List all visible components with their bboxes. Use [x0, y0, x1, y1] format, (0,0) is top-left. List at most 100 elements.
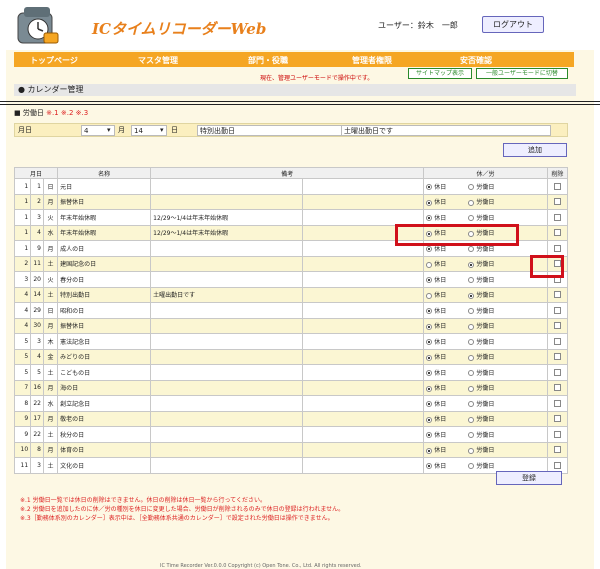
- workday-radio[interactable]: [468, 199, 475, 206]
- highlight-box: [395, 224, 519, 246]
- note-input[interactable]: 土曜出勤日です: [341, 125, 551, 136]
- holiday-work-toggle: 休日 労働日: [423, 410, 548, 427]
- workday-radio[interactable]: [468, 432, 475, 439]
- holiday-work-toggle: 休日 労働日: [423, 426, 548, 443]
- holiday-radio[interactable]: [426, 447, 433, 454]
- register-button[interactable]: 登録: [496, 471, 562, 485]
- table-row: 8 22 水創立記念日 休日 労働日: [13, 395, 569, 412]
- delete-checkbox[interactable]: [553, 198, 561, 206]
- workday-radio[interactable]: [468, 184, 475, 191]
- workday-radio[interactable]: [468, 401, 475, 408]
- table-row: 5 5 土こどもの日 休日 労働日: [13, 364, 569, 381]
- holiday-radio[interactable]: [426, 277, 433, 284]
- workday-table: 月日 名称 備考 休／労 削除 1 1 日元日 休日 労働日 1 2 月振替休日 休日 労働日 1 3…: [13, 167, 569, 474]
- delete-checkbox[interactable]: [553, 244, 561, 252]
- holiday-radio[interactable]: [426, 385, 433, 392]
- workday-radio[interactable]: [468, 447, 475, 454]
- logout-button[interactable]: ログアウト: [482, 16, 544, 33]
- add-button[interactable]: 追加: [503, 143, 567, 157]
- holiday-radio[interactable]: [426, 308, 433, 315]
- workday-radio[interactable]: [468, 385, 475, 392]
- workday-radio[interactable]: [468, 246, 475, 253]
- workday-radio[interactable]: [468, 339, 475, 346]
- holiday-radio[interactable]: [426, 215, 433, 222]
- header: ICタイムリコーダーWeb ユーザー：鈴木 一郎 ログアウト: [6, 0, 594, 50]
- workday-radio[interactable]: [468, 308, 475, 315]
- holiday-work-toggle: 休日 労働日: [423, 441, 548, 458]
- name-input[interactable]: 特別出勤日: [197, 125, 345, 136]
- holiday-work-toggle: 休日 労働日: [423, 271, 548, 288]
- highlight-box: [530, 255, 564, 278]
- table-row: 9 17 月敬老の日 休日 労働日: [13, 410, 569, 427]
- delete-checkbox[interactable]: [553, 415, 561, 423]
- table-row: 1 3 火年末年始休暇 12/29～1/4は年末年始休暇 休日 労働日: [13, 209, 569, 226]
- holiday-radio[interactable]: [426, 292, 433, 299]
- nav-admin[interactable]: 管理者権限: [352, 55, 392, 66]
- chevron-down-icon: ▾: [107, 126, 111, 134]
- table-row: 5 3 木憲法記念日 休日 労働日: [13, 333, 569, 350]
- delete-checkbox[interactable]: [553, 446, 561, 454]
- table-row: 4 30 月振替休日 休日 労働日: [13, 317, 569, 334]
- holiday-radio[interactable]: [426, 354, 433, 361]
- holiday-work-toggle: 休日 労働日: [423, 395, 548, 412]
- workday-radio[interactable]: [468, 215, 475, 222]
- delete-checkbox[interactable]: [553, 182, 561, 190]
- delete-checkbox[interactable]: [553, 430, 561, 438]
- divider: [0, 104, 600, 105]
- divider: [0, 101, 600, 102]
- holiday-radio[interactable]: [426, 246, 433, 253]
- delete-checkbox[interactable]: [553, 229, 561, 237]
- holiday-work-toggle: 休日 労働日: [423, 286, 548, 303]
- delete-checkbox[interactable]: [553, 368, 561, 376]
- nav-department[interactable]: 部門・役職: [248, 55, 288, 66]
- delete-checkbox[interactable]: [553, 322, 561, 330]
- table-row: 7 16 月海の日 休日 労働日: [13, 379, 569, 396]
- holiday-work-toggle: 休日 労働日: [423, 193, 548, 210]
- holiday-work-toggle: 休日 労働日: [423, 379, 548, 396]
- holiday-work-toggle: 休日 労働日: [423, 364, 548, 381]
- holiday-radio[interactable]: [426, 432, 433, 439]
- holiday-radio[interactable]: [426, 401, 433, 408]
- sitemap-button[interactable]: サイトマップ表示: [408, 68, 472, 79]
- delete-checkbox[interactable]: [553, 399, 561, 407]
- delete-checkbox[interactable]: [553, 337, 561, 345]
- table-row: 1 2 月振替休日 休日 労働日: [13, 193, 569, 210]
- holiday-radio[interactable]: [426, 199, 433, 206]
- nav-safety[interactable]: 安否確認: [460, 55, 492, 66]
- add-form: 月日 4 ▾ 月 14 ▾ 日 特別出勤日 土曜出勤日です: [14, 123, 568, 137]
- nav-top[interactable]: トップページ: [30, 55, 78, 66]
- mode-notice: 現在、管理ユーザーモードで操作中です。: [260, 75, 374, 82]
- holiday-work-toggle: 休日 労働日: [423, 178, 548, 195]
- workday-heading: ■ 労働日 ※.1 ※.2 ※.3: [14, 109, 89, 117]
- holiday-radio[interactable]: [426, 339, 433, 346]
- workday-radio[interactable]: [468, 370, 475, 377]
- notes: ※.1 労働日一覧では休日の削除はできません。休日の削除は休日一覧から行ってくだ…: [20, 497, 345, 522]
- delete-checkbox[interactable]: [553, 353, 561, 361]
- holiday-radio[interactable]: [426, 261, 433, 268]
- holiday-work-toggle: 休日 労働日: [423, 209, 548, 226]
- workday-radio[interactable]: [468, 323, 475, 330]
- nav-master[interactable]: マスタ管理: [138, 55, 178, 66]
- delete-checkbox[interactable]: [553, 213, 561, 221]
- holiday-radio[interactable]: [426, 416, 433, 423]
- section-title: ● カレンダー管理: [14, 84, 576, 96]
- delete-checkbox[interactable]: [553, 306, 561, 314]
- workday-radio[interactable]: [468, 277, 475, 284]
- workday-radio[interactable]: [468, 354, 475, 361]
- holiday-radio[interactable]: [426, 323, 433, 330]
- delete-checkbox[interactable]: [553, 384, 561, 392]
- workday-radio[interactable]: [468, 463, 475, 470]
- delete-checkbox[interactable]: [553, 291, 561, 299]
- holiday-radio[interactable]: [426, 184, 433, 191]
- table-row: 4 14 土特別出勤日 土曜出勤日です 休日 労働日: [13, 286, 569, 303]
- app-logo-icon: [16, 5, 60, 47]
- table-row: 1 1 日元日 休日 労働日: [13, 178, 569, 195]
- workday-radio[interactable]: [468, 416, 475, 423]
- workday-radio[interactable]: [468, 261, 475, 268]
- holiday-radio[interactable]: [426, 463, 433, 470]
- user-mode-button[interactable]: 一般ユーザーモードに切替: [476, 68, 568, 79]
- delete-checkbox[interactable]: [553, 461, 561, 469]
- workday-radio[interactable]: [468, 292, 475, 299]
- table-row: 10 8 月体育の日 休日 労働日: [13, 441, 569, 458]
- holiday-radio[interactable]: [426, 370, 433, 377]
